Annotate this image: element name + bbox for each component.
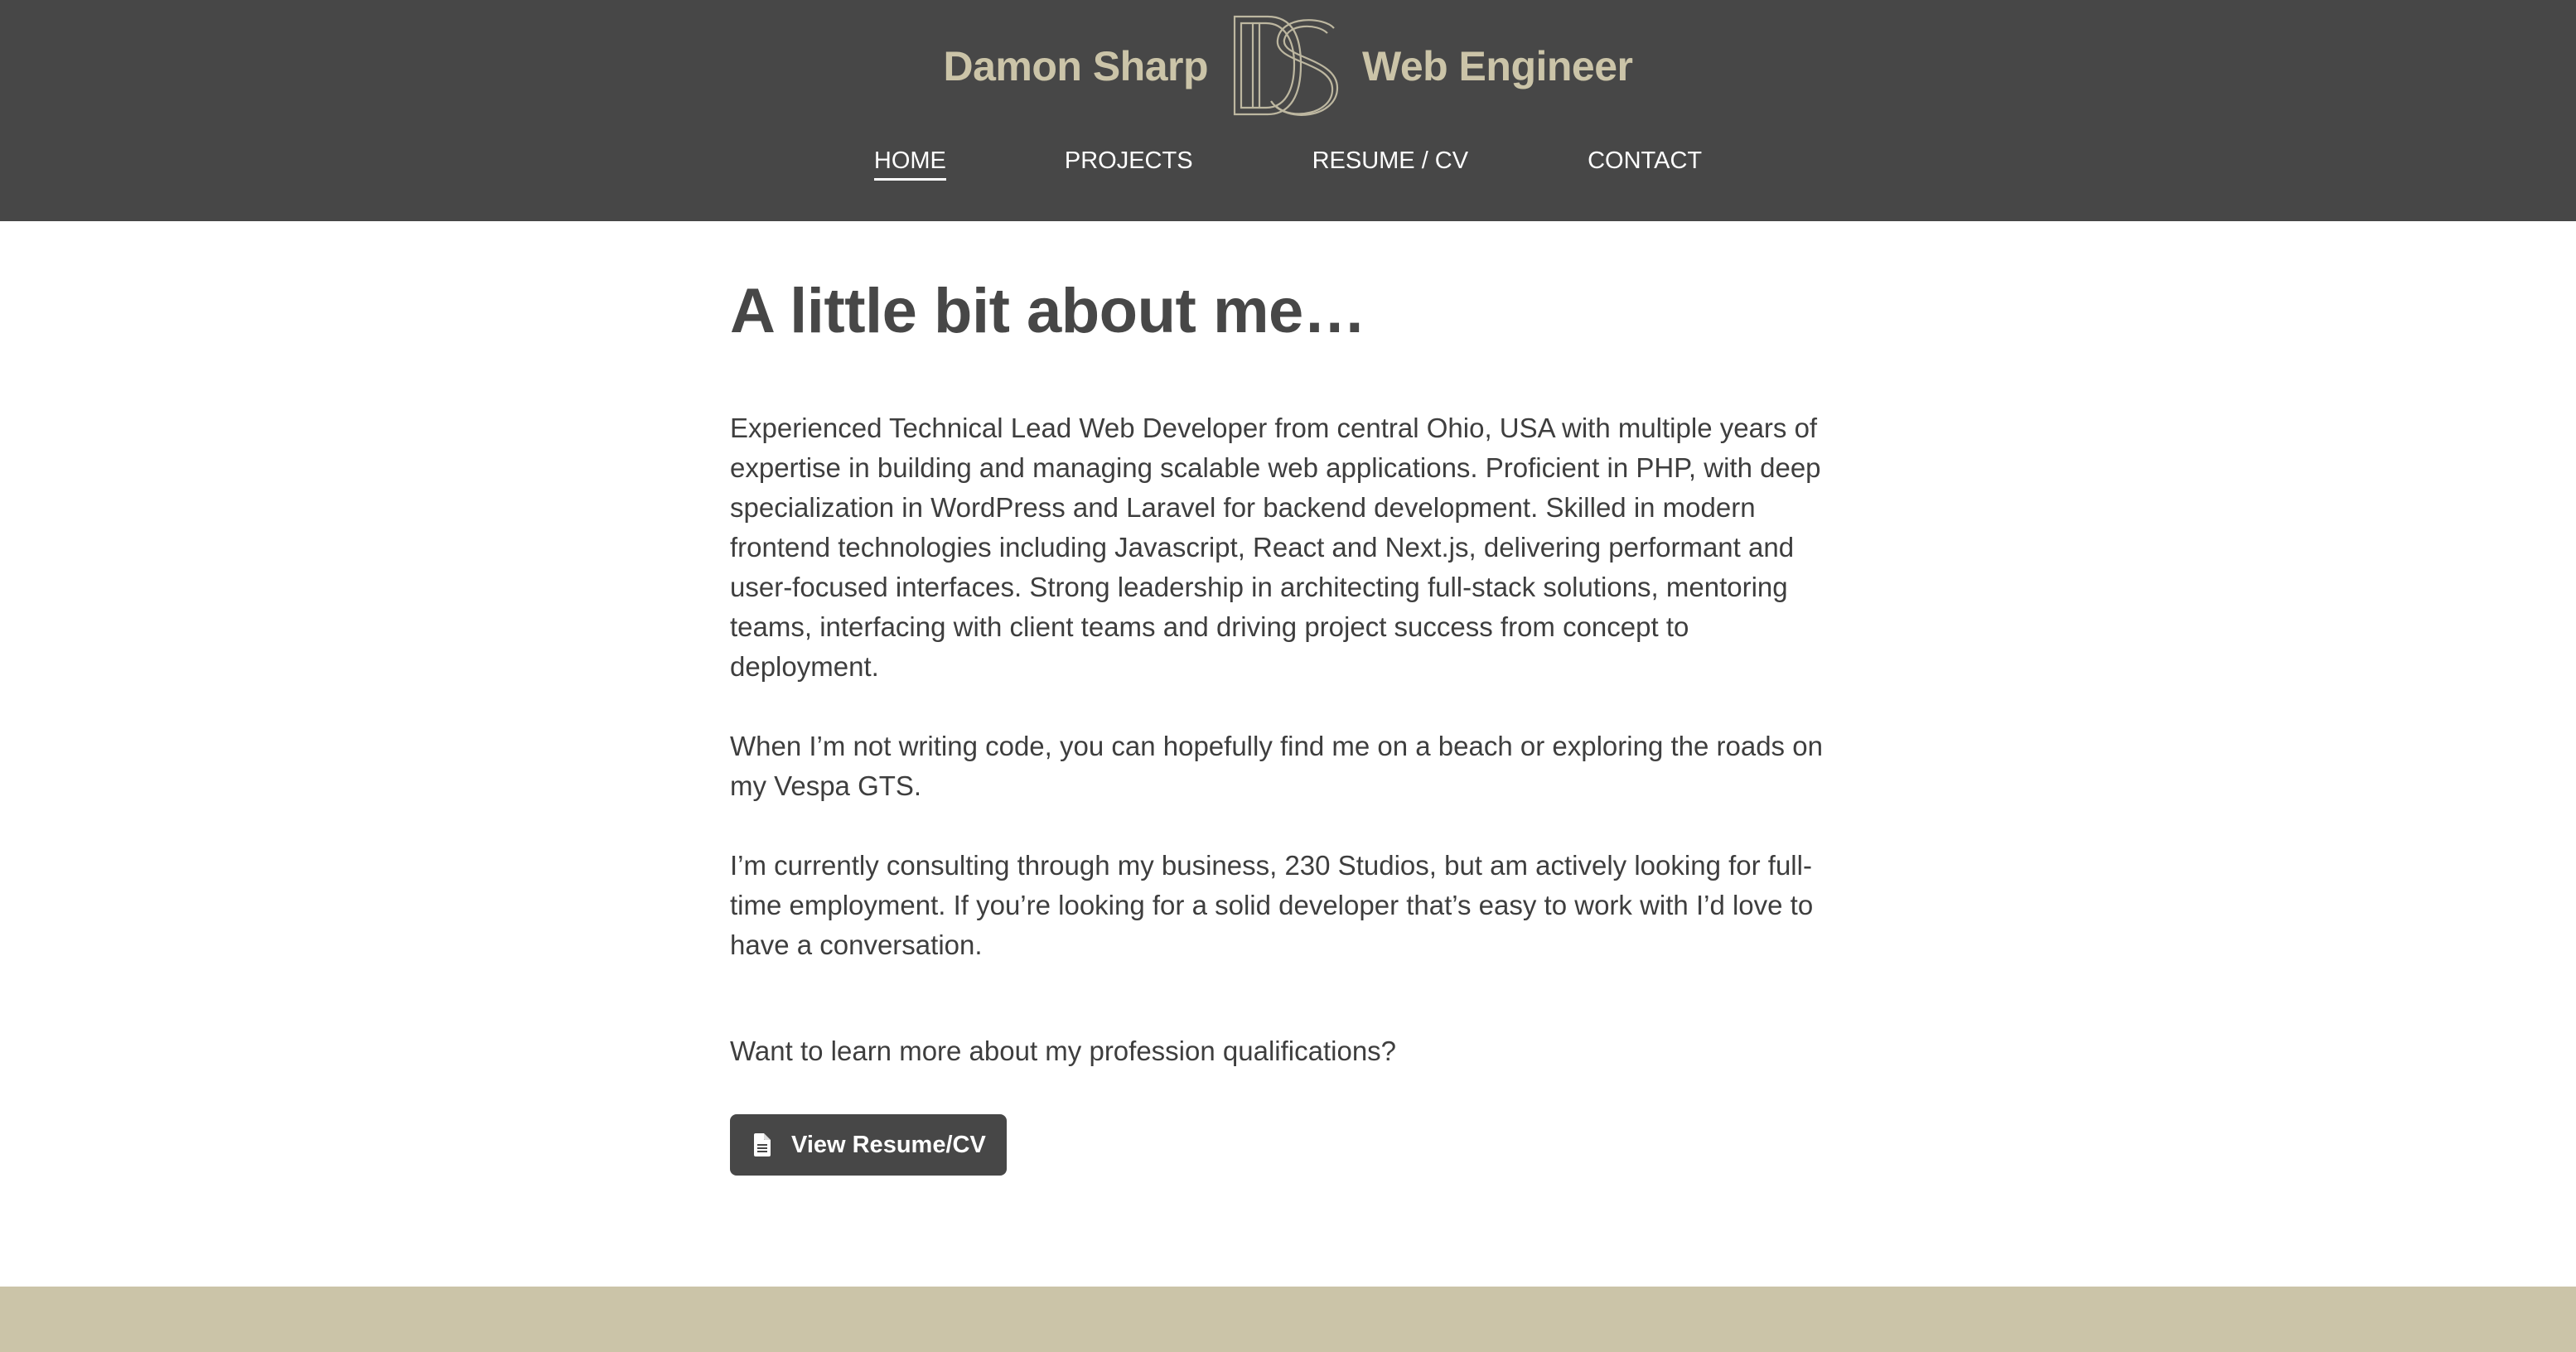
nav-item-projects[interactable]: PROJECTS [1065,147,1193,181]
brand: Damon Sharp Web Engineer [0,10,2576,122]
brand-name: Damon Sharp [943,42,1209,89]
site-header: Damon Sharp Web Engineer HOME PROJECTS R… [0,0,2576,221]
about-paragraph-2: When I’m not writing code, you can hopef… [730,731,1823,802]
view-resume-button[interactable]: View Resume/CV [730,1114,1007,1176]
ds-monogram-logo-icon[interactable] [1231,12,1339,121]
nav-item-contact[interactable]: CONTACT [1588,147,1702,181]
footer-band [0,1287,2576,1352]
about-paragraph-3: I’m currently consulting through my busi… [730,850,1814,961]
document-icon [754,1133,771,1157]
page-title: A little bit about me… [730,276,1366,346]
main-content: A little bit about me… Experienced Techn… [730,221,1824,1176]
view-resume-button-label: View Resume/CV [791,1131,986,1158]
about-paragraph-1: Experienced Technical Lead Web Developer… [730,413,1821,683]
main-nav: HOME PROJECTS RESUME / CV CONTACT [0,147,2576,181]
nav-item-home[interactable]: HOME [873,147,946,181]
brand-role: Web Engineer [1362,42,1633,89]
qualifications-prompt: Want to learn more about my profession q… [730,1036,1397,1067]
nav-item-resume-cv[interactable]: RESUME / CV [1312,147,1469,181]
